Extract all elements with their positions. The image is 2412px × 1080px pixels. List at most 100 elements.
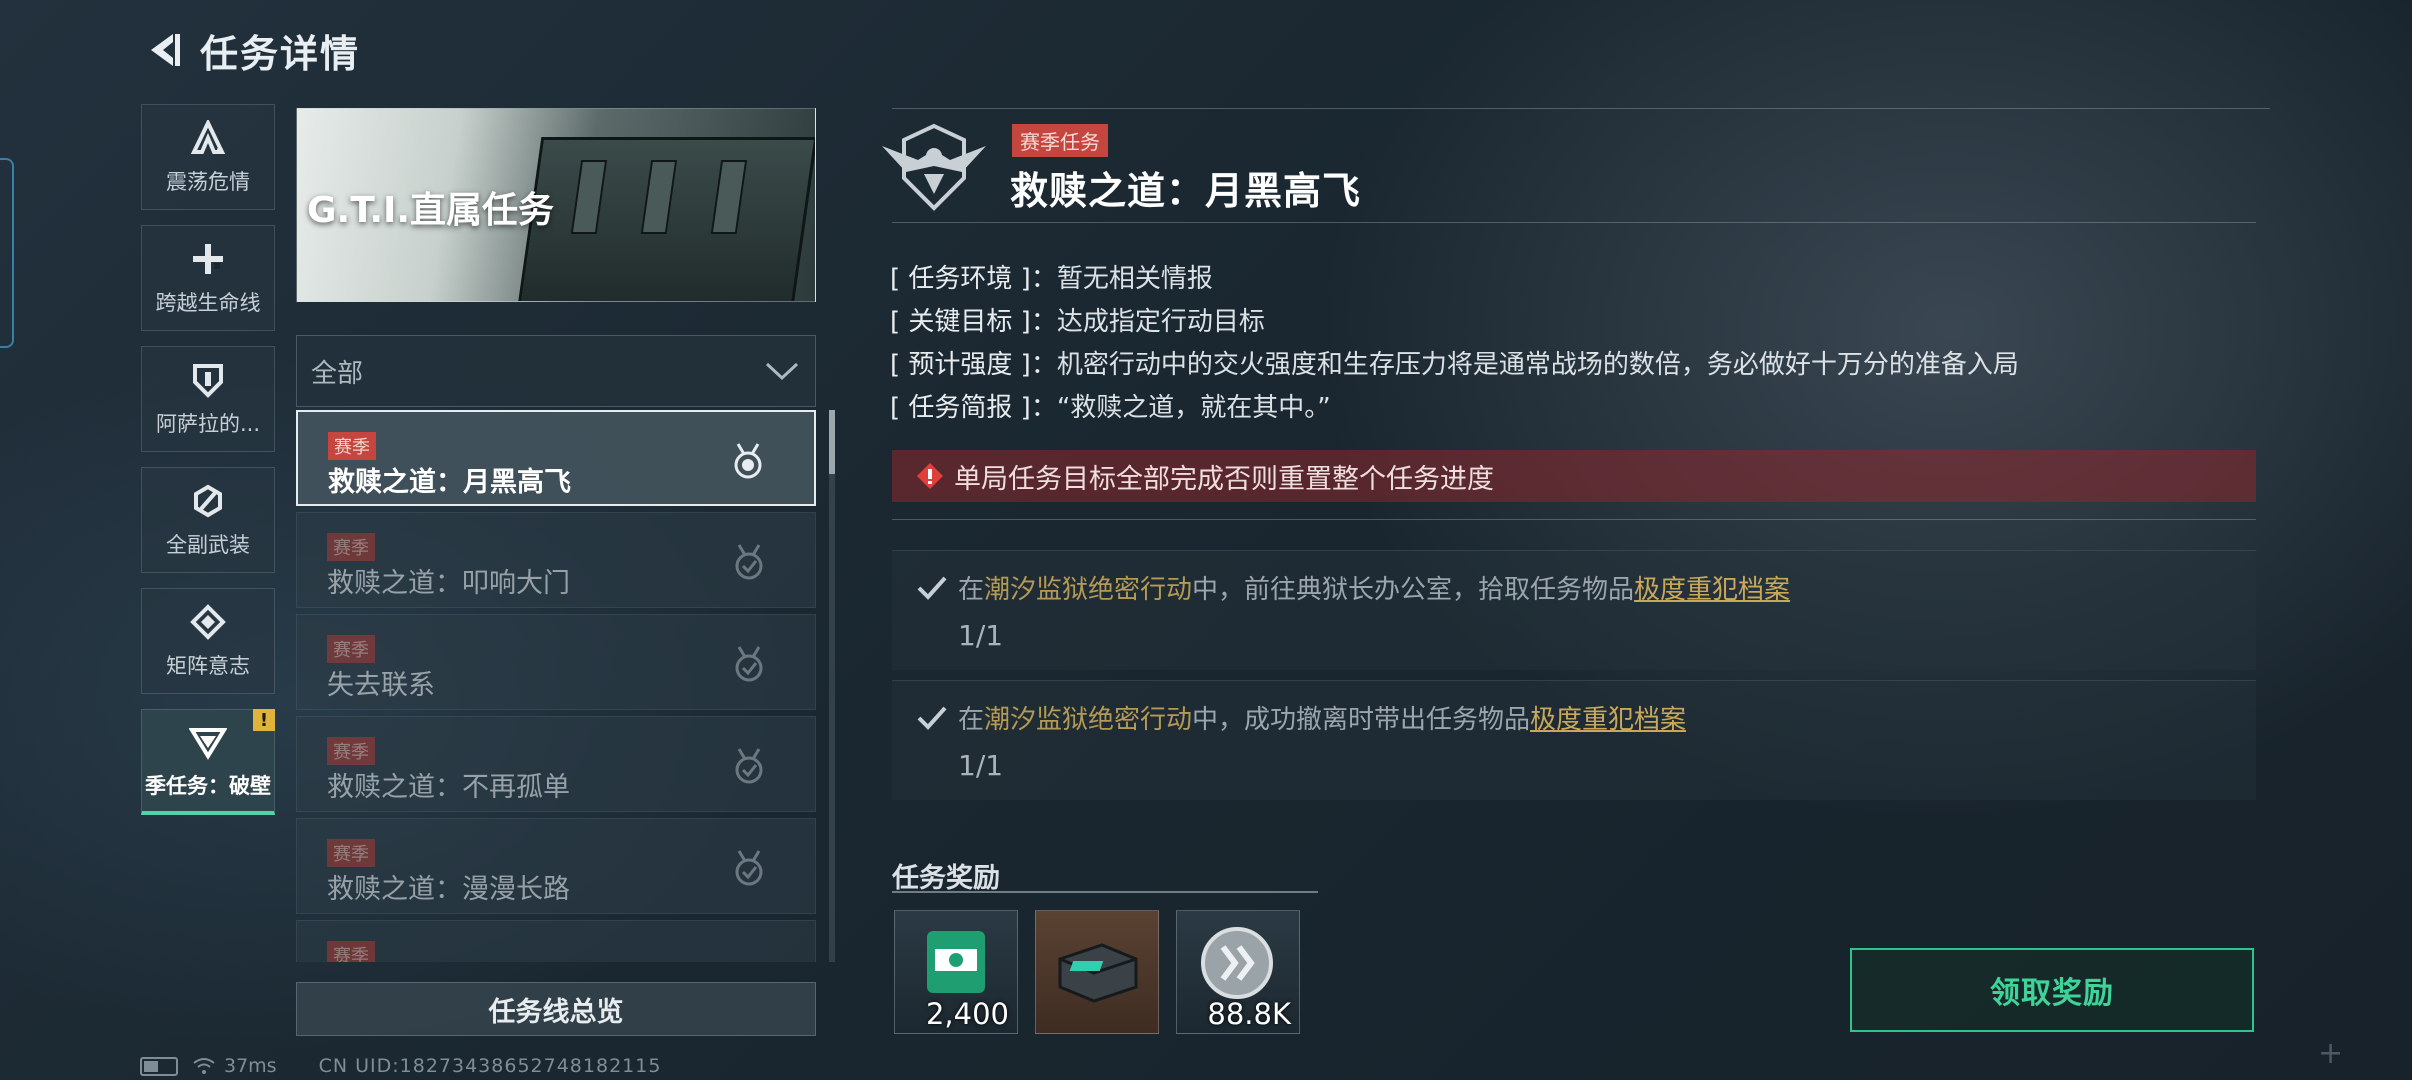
info-intensity: [ 预计强度 ]：机密行动中的交火强度和生存压力将是通常战场的数倍，务必做好十万… [890,344,2019,381]
info-environment: [ 任务环境 ]：暂无相关情报 [890,258,1213,295]
ring-slash-icon [188,481,228,521]
divider [892,891,1318,893]
banner-title: G.T.I.直属任务 [307,190,555,231]
sidebar-tab-label: 跨越生命线 [155,291,261,315]
objective-prefix: 在 [958,575,985,605]
season-mission-tag: 赛季任务 [1012,124,1108,157]
objective-item-link[interactable]: 极度重犯档案 [1634,575,1790,605]
mission-name: 救赎之道：叩响大门 [327,568,570,599]
mission-name: 救赎之道：月黑高飞 [328,467,571,498]
divider [892,108,2270,109]
reward-quantity: 2,400 [925,997,1009,1031]
season-tag: 赛季 [327,839,375,867]
mission-list[interactable]: 赛季 救赎之道：月黑高飞 赛季 救赎之道：叩响大门 赛季 失去联系 赛季 救赎之… [296,410,816,962]
objective-row: 在潮汐监狱绝密行动中，成功撤离时带出任务物品极度重犯档案 1/1 [892,680,2256,800]
mission-name: 失去联系 [327,670,435,701]
sidebar-tab-4[interactable]: 全副武装 [141,467,275,573]
info-value: 暂无相关情报 [1056,264,1213,294]
filter-dropdown[interactable]: 全部 [296,335,816,407]
medal-check-icon [735,748,763,784]
objective-row: 在潮汐监狱绝密行动中，前往典狱长办公室，拾取任务物品极度重犯档案 1/1 [892,550,2256,670]
mission-title: 救赎之道：月黑高飞 [1010,169,1362,213]
back-arrow-icon [151,34,180,66]
objective-description: 中，前往典狱长办公室，拾取任务物品 [1192,575,1635,605]
claim-reward-button[interactable]: 领取奖励 [1850,948,2254,1032]
warning-text: 单局任务目标全部完成否则重置整个任务进度 [954,463,1494,495]
medal-check-icon [735,850,763,886]
objective-progress: 1/1 [958,749,1004,782]
chevron-down-icon [765,362,799,381]
objective-location: 潮汐监狱绝密行动 [984,705,1193,735]
sidebar-tab-2[interactable]: 跨越生命线 [141,225,275,331]
reward-slot[interactable]: 88.8K [1176,910,1300,1034]
shield-icon [188,360,228,400]
sidebar-tab-6-active[interactable]: ! 季任务：破壁 [141,709,275,815]
info-key-target: [ 关键目标 ]：达成指定行动目标 [890,301,1265,338]
reward-section-title: 任务奖励 [892,863,1000,894]
objective-prefix: 在 [958,705,985,735]
crosshair-mark-icon: + [2318,1036,2344,1071]
crosshair-plus-icon [188,239,228,279]
edge-handle [0,158,14,348]
page-title: 任务详情 [200,31,361,76]
objective-text: 在潮汐监狱绝密行动中，前往典狱长办公室，拾取任务物品极度重犯档案 [958,569,1790,606]
season-tag: 赛季 [327,737,375,765]
wifi-icon [193,1058,215,1074]
objective-item-link[interactable]: 极度重犯档案 [1530,705,1686,735]
green-badge-icon [927,931,985,993]
shard-icon [188,118,228,158]
sidebar-tab-1[interactable]: 震荡危情 [141,104,275,210]
overview-label: 任务线总览 [488,996,624,1028]
warning-banner: 单局任务目标全部完成否则重置整个任务进度 [892,450,2256,502]
mission-name: 救赎之道：不再孤单 [327,772,570,803]
warning-icon [917,463,943,489]
mission-line-banner: G.T.I.直属任务 [296,108,816,302]
info-briefing: [ 任务简报 ]：“救赎之道，就在其中。” [890,387,1331,424]
info-key: [ 关键目标 ]： [890,307,1057,337]
objective-location: 潮汐监狱绝密行动 [984,575,1193,605]
info-value: “救赎之道，就在其中。” [1056,393,1331,423]
reward-slot[interactable] [1035,910,1159,1034]
sidebar-tab-label: 阿萨拉的... [155,412,261,436]
info-key: [ 预计强度 ]： [890,350,1057,380]
sidebar-tab-label: 季任务：破壁 [145,773,271,798]
objective-text: 在潮汐监狱绝密行动中，成功撤离时带出任务物品极度重犯档案 [958,699,1686,736]
objective-progress: 1/1 [958,619,1004,652]
filter-value: 全部 [311,358,364,389]
mission-item[interactable]: 赛季 救赎之道：月黑高飞 [296,410,816,506]
sidebar-tab-3[interactable]: 阿萨拉的... [141,346,275,452]
mission-item[interactable]: 赛季 救赎之道：不再孤单 [296,716,816,812]
info-value: 达成指定行动目标 [1056,307,1265,337]
alert-badge: ! [253,709,275,731]
season-tag: 赛季 [328,432,376,460]
mission-item[interactable]: 赛季 救赎之道：漫漫长路 [296,818,816,914]
sidebar-tab-label: 矩阵意志 [166,654,250,678]
medal-check-icon [735,646,763,682]
ping-text: 37ms [224,1055,277,1077]
sidebar-tab-5[interactable]: 矩阵意志 [141,588,275,694]
divider [892,519,2256,520]
mission-item[interactable]: 赛季 失去联系 [296,614,816,710]
checkmark-icon [917,576,947,600]
diamond-icon [188,602,228,642]
page-header: 任务详情 [140,20,360,80]
mission-item[interactable]: 赛季 [296,920,816,962]
reward-quantity: 88.8K [1207,997,1291,1031]
checkmark-icon [917,706,947,730]
mission-line-overview-button[interactable]: 任务线总览 [296,982,816,1036]
medal-icon [734,443,762,479]
sidebar-tab-label: 震荡危情 [166,170,250,194]
crate-illustration [516,137,815,301]
eagle-emblem-icon [882,123,986,211]
claim-reward-label: 领取奖励 [1990,976,2114,1011]
silver-coin-icon [1201,927,1273,999]
list-scrollbar[interactable] [829,410,835,962]
back-button[interactable] [140,25,190,75]
crate-icon [1058,943,1138,1003]
objective-description: 中，成功撤离时带出任务物品 [1192,705,1531,735]
status-bar: 37ms CN UID:18273438652748182115 [140,1054,661,1078]
mission-item[interactable]: 赛季 救赎之道：叩响大门 [296,512,816,608]
reward-slot[interactable]: 2,400 [894,910,1018,1034]
list-scroll-thumb[interactable] [829,410,835,474]
triangle-emblem-icon [188,722,228,762]
